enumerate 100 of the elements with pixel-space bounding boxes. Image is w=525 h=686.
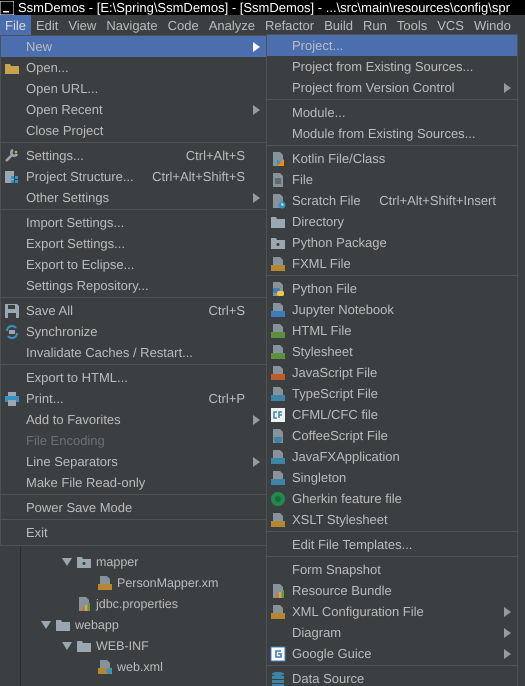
menu-item[interactable]: Import Settings... [1, 212, 266, 233]
menu-item[interactable]: Exit [1, 522, 266, 543]
menu-item[interactable]: Gherkin feature file [267, 488, 517, 509]
menu-item[interactable]: Python Package [267, 232, 517, 253]
menu-item[interactable]: XSLT Stylesheet [267, 509, 517, 530]
tree-item[interactable]: WEB-INF [21, 635, 149, 656]
menu-bar-item[interactable]: Build [319, 15, 358, 35]
xml-file-icon [270, 256, 286, 272]
file-icon [270, 172, 286, 188]
window-title: SsmDemos - [E:\Spring\SsmDemos] - [SsmDemos] - ...\src\main\resources\config\spr [18, 0, 510, 15]
menu-item[interactable]: Close Project [1, 120, 266, 141]
tree-item[interactable]: jdbc.properties [21, 593, 178, 614]
sync-icon [4, 324, 20, 340]
menu-item[interactable]: Power Save Mode [1, 497, 266, 518]
menu-item[interactable]: Save All Ctrl+S [1, 300, 266, 321]
tree-item[interactable]: web.xml [21, 656, 163, 677]
menu-item[interactable]: JavaScript File [267, 362, 517, 383]
menu-item[interactable]: Invalidate Caches / Restart... [1, 342, 266, 363]
kotlin-file-icon [270, 150, 286, 166]
menu-item[interactable]: Line Separators [1, 451, 266, 472]
menu-item[interactable]: Settings Repository... [1, 275, 266, 296]
java-file-icon [270, 470, 286, 486]
menu-item[interactable]: JavaFXApplication [267, 446, 517, 467]
menu-item[interactable]: Scratch File Ctrl+Alt+Shift+Insert [267, 190, 517, 211]
menu-item[interactable]: Directory [267, 211, 517, 232]
menu-item[interactable]: FXML File [267, 253, 517, 274]
menu-item[interactable]: Kotlin File/Class [267, 148, 517, 169]
menu-bar-item[interactable]: File [0, 15, 31, 35]
guice-icon [270, 646, 286, 662]
ts-file-icon [270, 386, 286, 402]
menu-bar-item[interactable]: Refactor [260, 15, 320, 35]
shortcut-text: Ctrl+Alt+Shift+Insert [379, 193, 496, 208]
menu-item[interactable]: CoffeeScript File [267, 425, 517, 446]
menu-item[interactable]: Project from Version Control [267, 77, 517, 98]
menu-item[interactable]: Open URL... [1, 78, 266, 99]
settings-icon [4, 148, 20, 164]
menu-item[interactable]: Open Recent [1, 99, 266, 120]
xml-file-icon [97, 658, 113, 674]
python-icon [270, 280, 286, 296]
expand-arrow-icon[interactable] [62, 640, 72, 650]
coffee-file-icon [270, 428, 286, 444]
bar-chart-file-icon [270, 582, 286, 598]
expand-arrow-icon[interactable] [62, 556, 72, 566]
menu-item[interactable]: Export to HTML... [1, 367, 266, 388]
xml-file-icon [97, 574, 113, 590]
scratch-file-icon [270, 192, 286, 208]
menu-bar-item[interactable]: Navigate [101, 15, 163, 35]
menu-item[interactable]: Synchronize [1, 321, 266, 342]
menu-bar-item[interactable]: Tools [392, 15, 432, 35]
tree-item[interactable]: PersonMapper.xm [21, 572, 218, 593]
menu-item[interactable]: Data Source [267, 668, 517, 686]
menu-bar-item[interactable]: Edit [30, 15, 64, 35]
menu-bar-item[interactable]: Analyze [204, 15, 260, 35]
bar-chart-file-icon [76, 596, 92, 612]
menu-item[interactable]: Python File [267, 278, 517, 299]
menu-bar-item[interactable]: Code [162, 15, 204, 35]
menu-bar-item[interactable]: VCS [432, 15, 469, 35]
menu-item[interactable]: TypeScript File [267, 383, 517, 404]
menu-item[interactable]: Edit File Templates... [267, 534, 517, 555]
menu-item[interactable]: Singleton [267, 467, 517, 488]
menu-item[interactable]: Module... [267, 102, 517, 123]
save-icon [4, 302, 20, 318]
menu-item[interactable]: Open... [1, 57, 266, 78]
xml-file-icon [270, 512, 286, 528]
menu-item[interactable]: HTML File [267, 320, 517, 341]
notebook-file-icon [270, 302, 286, 318]
menu-item[interactable]: Project from Existing Sources... [267, 56, 517, 77]
menu-item[interactable]: Export to Eclipse... [1, 254, 266, 275]
menu-item[interactable]: Module from Existing Sources... [267, 123, 517, 144]
menu-item[interactable]: File [267, 169, 517, 190]
grid-icon [4, 168, 20, 184]
shortcut-text: Ctrl+S [208, 303, 245, 318]
menu-item[interactable]: Form Snapshot [267, 559, 517, 580]
menu-item[interactable]: Google Guice [267, 643, 517, 664]
menu-item[interactable]: Print... Ctrl+P [1, 388, 266, 409]
menu-item[interactable]: Export Settings... [1, 233, 266, 254]
menu-item[interactable]: CFML/CFC file [267, 404, 517, 425]
xml-file-icon [270, 604, 286, 620]
menu-item[interactable]: Jupyter Notebook [267, 299, 517, 320]
menu-item[interactable]: Resource Bundle [267, 580, 517, 601]
menu-item[interactable]: Diagram [267, 622, 517, 643]
menu-item[interactable]: Stylesheet [267, 341, 517, 362]
html-file-icon [270, 322, 286, 338]
menu-item[interactable]: Make File Read-only [1, 472, 266, 493]
menu-item[interactable]: Project Structure... Ctrl+Alt+Shift+S [1, 166, 266, 187]
expand-arrow-icon[interactable] [41, 620, 51, 630]
menu-item[interactable]: XML Configuration File [267, 601, 517, 622]
menu-bar-item[interactable]: Windo [468, 15, 516, 35]
cf-file-icon [270, 406, 286, 422]
menu-item[interactable]: Add to Favorites [1, 409, 266, 430]
menu-item[interactable]: Settings... Ctrl+Alt+S [1, 145, 266, 166]
tree-item[interactable]: mapper [21, 551, 138, 572]
tree-item[interactable]: webapp [21, 614, 119, 635]
css-file-icon [270, 344, 286, 360]
menu-bar-item[interactable]: View [63, 15, 102, 35]
menu-bar-item[interactable]: Run [358, 15, 392, 35]
java-file-icon [270, 448, 286, 464]
gherkin-icon [270, 490, 286, 506]
menu-item[interactable]: Other Settings [1, 187, 266, 208]
printer-icon [4, 390, 20, 406]
